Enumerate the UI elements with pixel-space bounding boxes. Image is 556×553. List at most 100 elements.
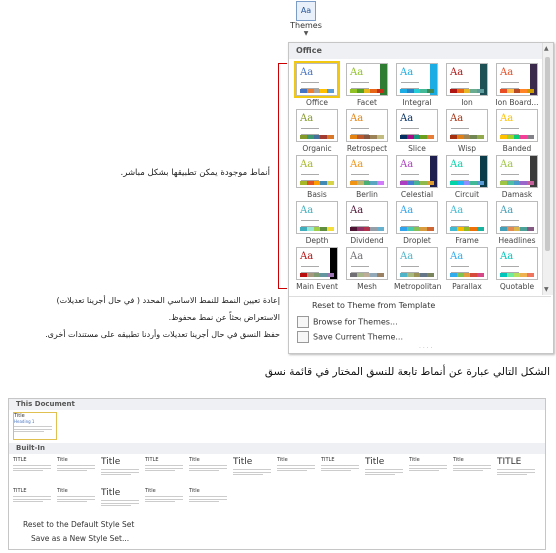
color-swatch xyxy=(306,181,314,185)
theme-tile[interactable]: Aa Circuit xyxy=(444,155,490,203)
theme-sample-text: Aa xyxy=(450,67,464,78)
save-style-set-button[interactable]: Save as a New Style Set... xyxy=(31,534,129,543)
theme-tile[interactable]: Aa Main Event xyxy=(294,247,340,295)
theme-sample-text: Aa xyxy=(350,113,364,124)
style-title: TITLE xyxy=(145,457,159,463)
color-swatch xyxy=(456,181,464,185)
theme-tile[interactable]: Aa Celestial xyxy=(394,155,440,203)
color-swatch xyxy=(363,135,371,139)
style-body-lines xyxy=(145,496,183,500)
style-set-thumbnail[interactable]: Title xyxy=(233,457,275,483)
style-title: Title xyxy=(101,488,121,498)
color-swatch xyxy=(406,89,414,93)
theme-tile[interactable]: Aa Slice xyxy=(394,109,440,157)
theme-tile[interactable]: Aa Frame xyxy=(444,201,490,249)
theme-tile[interactable]: Aa Office xyxy=(294,61,340,111)
style-set-thumbnail[interactable]: TITLE xyxy=(321,457,363,483)
gallery-scrollbar[interactable]: ▲ ▼ xyxy=(542,43,553,295)
theme-thumbnail: Aa xyxy=(296,247,338,280)
color-swatch xyxy=(470,89,478,93)
theme-tile[interactable]: Aa Droplet xyxy=(394,201,440,249)
style-set-thumbnail[interactable]: Title xyxy=(409,457,451,483)
style-set-thumbnail[interactable]: Title xyxy=(57,488,99,514)
theme-tile[interactable]: Aa Ion Board... xyxy=(494,63,540,111)
scrollbar-thumb[interactable] xyxy=(545,57,550,251)
color-swatch xyxy=(300,273,307,277)
color-swatch xyxy=(413,181,421,185)
theme-tile[interactable]: Aa Depth xyxy=(294,201,340,249)
style-set-thumbnail[interactable]: TITLE xyxy=(497,457,539,483)
reset-theme-menu-item[interactable]: Reset to Theme from Template xyxy=(297,301,435,315)
theme-sample-lines xyxy=(451,174,469,181)
theme-tile-label: Basis xyxy=(307,190,327,199)
theme-tile[interactable]: Aa Headlines xyxy=(494,201,540,249)
theme-tile[interactable]: Aa Ion xyxy=(444,63,490,111)
color-swatch xyxy=(350,181,357,185)
theme-tile[interactable]: Aa Berlin xyxy=(344,155,390,203)
color-swatch xyxy=(450,273,457,277)
style-set-thumbnail[interactable]: Title xyxy=(101,488,143,514)
themes-button[interactable]: Aa Themes ▼ xyxy=(290,0,322,44)
theme-tile[interactable]: Aa Metropolitan xyxy=(394,247,441,295)
theme-tile-label: Ion Board... xyxy=(495,98,539,107)
theme-color-swatches xyxy=(400,135,434,139)
style-set-thumbnail[interactable]: TITLE xyxy=(13,488,55,514)
theme-sample-lines xyxy=(501,82,519,89)
theme-tile[interactable]: Aa Quotable xyxy=(494,247,540,295)
style-title: Title xyxy=(145,488,156,494)
theme-tile-label: Office xyxy=(306,98,328,107)
theme-tile[interactable]: Aa Basis xyxy=(294,155,340,203)
style-set-thumbnail[interactable]: Title xyxy=(189,488,231,514)
theme-color-swatches xyxy=(300,227,334,231)
style-set-thumbnail[interactable]: Title xyxy=(145,488,187,514)
style-set-thumbnail[interactable]: Title xyxy=(189,457,231,483)
theme-thumbnail: Aa xyxy=(346,109,388,142)
style-set-thumbnail[interactable]: Title xyxy=(101,457,143,483)
style-title: Title xyxy=(233,457,253,467)
style-set-gallery: This Document Title Heading 1 Built-In T… xyxy=(8,398,546,550)
theme-tile[interactable]: Aa Mesh xyxy=(344,247,390,295)
style-body-lines xyxy=(233,469,271,473)
color-swatch xyxy=(363,227,371,231)
scroll-up-icon[interactable]: ▲ xyxy=(544,45,549,52)
color-swatch xyxy=(470,135,478,139)
style-body-lines xyxy=(101,505,131,508)
style-set-thumbnail[interactable]: Title xyxy=(277,457,319,483)
theme-thumbnail: Aa xyxy=(346,247,388,280)
color-swatch xyxy=(327,89,334,93)
theme-tile[interactable]: Aa Organic xyxy=(294,109,340,157)
style-set-thumbnail[interactable]: Title xyxy=(57,457,99,483)
color-swatch xyxy=(306,135,314,139)
theme-sample-lines xyxy=(351,82,369,89)
theme-tile[interactable]: Aa Dividend xyxy=(344,201,390,249)
color-swatch xyxy=(413,227,421,231)
theme-tile[interactable]: Aa Integral xyxy=(394,63,440,111)
color-swatch xyxy=(527,273,534,277)
theme-sample-lines xyxy=(301,220,319,227)
color-swatch xyxy=(356,135,364,139)
style-set-thumbnail[interactable]: TITLE xyxy=(13,457,55,483)
theme-color-swatches xyxy=(300,181,334,185)
style-set-thumbnail[interactable]: Title xyxy=(453,457,495,483)
theme-tile-label: Droplet xyxy=(403,236,431,245)
theme-tile[interactable]: Aa Banded xyxy=(494,109,540,157)
reset-style-set-button[interactable]: Reset to the Default Style Set xyxy=(23,520,134,529)
theme-tile[interactable]: Aa Retrospect xyxy=(344,109,390,157)
style-set-thumbnail[interactable]: TITLE xyxy=(145,457,187,483)
resize-grip[interactable]: · · · · xyxy=(419,345,432,352)
scroll-down-icon[interactable]: ▼ xyxy=(544,286,549,293)
theme-thumbnail: Aa xyxy=(446,109,488,142)
style-set-thumbnail[interactable]: Title xyxy=(365,457,407,483)
style-title: Title xyxy=(57,457,68,463)
save-theme-menu-item[interactable]: Save Current Theme... xyxy=(297,331,403,345)
style-body-lines xyxy=(13,470,43,473)
color-swatch xyxy=(420,181,428,185)
theme-tile[interactable]: Aa Damask xyxy=(494,155,540,203)
this-document-style[interactable]: Title Heading 1 xyxy=(13,412,57,440)
theme-tile[interactable]: Aa Parallax xyxy=(444,247,490,295)
theme-tile[interactable]: Aa Facet xyxy=(344,63,390,111)
style-body-lines xyxy=(189,465,227,469)
theme-tile[interactable]: Aa Wisp xyxy=(444,109,490,157)
browse-themes-menu-item[interactable]: Browse for Themes... xyxy=(297,316,398,330)
color-swatch xyxy=(520,227,528,231)
